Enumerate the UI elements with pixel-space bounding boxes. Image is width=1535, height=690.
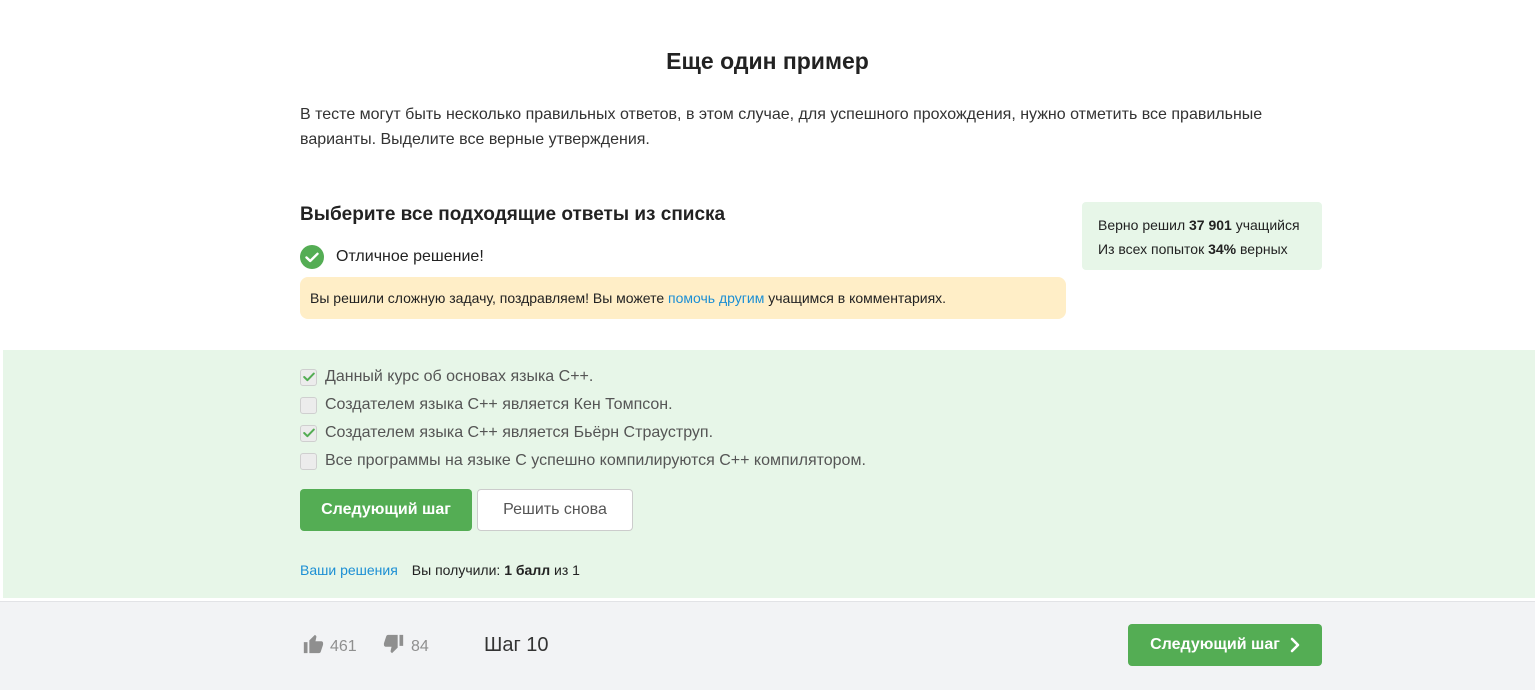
option-label: Создателем языка C++ является Кен Томпсо… <box>325 396 673 413</box>
option-checkbox[interactable] <box>300 424 317 442</box>
answer-option[interactable]: Создателем языка C++ является Кен Томпсо… <box>300 394 673 416</box>
retry-button[interactable]: Решить снова <box>477 489 633 531</box>
thumbs-up-icon <box>302 633 324 660</box>
result-row: Отличное решение! <box>300 244 484 270</box>
solved-line: Верно решил 37 901 учащийся <box>1098 213 1306 237</box>
option-label: Создателем языка C++ является Бьёрн Стра… <box>325 424 714 441</box>
checkmark-icon <box>302 428 315 438</box>
submission-footer: Ваши решения Вы получили: 1 балл из 1 <box>300 562 580 578</box>
option-checkbox[interactable] <box>300 396 317 414</box>
score-text: Вы получили: 1 балл из 1 <box>412 562 580 578</box>
like-count: 461 <box>330 637 357 655</box>
score-suffix: из 1 <box>550 562 580 578</box>
notice-text-before: Вы решили сложную задачу, поздравляем! В… <box>310 290 669 306</box>
page-title: Еще один пример <box>666 48 869 74</box>
bottom-next-label: Следующий шаг <box>1150 636 1280 653</box>
answer-option[interactable]: Создателем языка C++ является Бьёрн Стра… <box>300 422 713 444</box>
like-button[interactable]: 461 <box>302 633 357 660</box>
dislike-button[interactable]: 84 <box>383 633 429 660</box>
answer-option[interactable]: Все программы на языке C успешно компили… <box>300 450 866 472</box>
thumbs-down-icon <box>383 633 405 660</box>
option-label: Данный курс об основах языка C++. <box>325 368 594 385</box>
solved-count: 37 901 <box>1189 217 1232 233</box>
score-prefix: Вы получили: <box>411 562 505 578</box>
notice-text-after: учащимся в комментариях. <box>764 290 947 306</box>
solved-prefix: Верно решил <box>1098 217 1189 233</box>
attempts-prefix: Из всех попыток <box>1098 241 1209 257</box>
option-label: Все программы на языке C успешно компили… <box>325 452 866 469</box>
answer-option[interactable]: Данный курс об основах языка C++. <box>300 366 593 388</box>
bottom-next-step-button[interactable]: Следующий шаг <box>1128 624 1322 666</box>
answers-panel: Данный курс об основах языка C++. Создат… <box>3 350 1535 598</box>
stats-box: Верно решил 37 901 учащийся Из всех попы… <box>1082 202 1322 270</box>
your-solutions-link[interactable]: Ваши решения <box>300 562 398 578</box>
step-label: Шаг 10 <box>484 634 549 656</box>
score-value: 1 балл <box>504 562 551 578</box>
result-text: Отличное решение! <box>336 248 484 265</box>
attempts-suffix: верных <box>1236 241 1288 257</box>
help-others-link[interactable]: помочь другим <box>668 290 764 306</box>
attempts-line: Из всех попыток 34% верных <box>1098 237 1306 261</box>
chevron-right-icon <box>1290 637 1300 653</box>
option-checkbox[interactable] <box>300 452 317 470</box>
intro-text: В тесте могут быть несколько правильных … <box>300 106 1263 148</box>
check-circle-icon <box>300 245 324 269</box>
solved-suffix: учащийся <box>1231 217 1300 233</box>
congrats-notice: Вы решили сложную задачу, поздравляем! В… <box>300 277 1066 319</box>
correct-percent: 34% <box>1208 241 1237 257</box>
option-checkbox[interactable] <box>300 368 317 386</box>
bottom-bar: 461 84 Шаг 10 Следующий шаг <box>0 601 1535 690</box>
next-step-button[interactable]: Следующий шаг <box>300 489 472 531</box>
dislike-count: 84 <box>411 637 429 655</box>
checkmark-icon <box>302 372 315 382</box>
question-title: Выберите все подходящие ответы из списка <box>300 204 726 225</box>
